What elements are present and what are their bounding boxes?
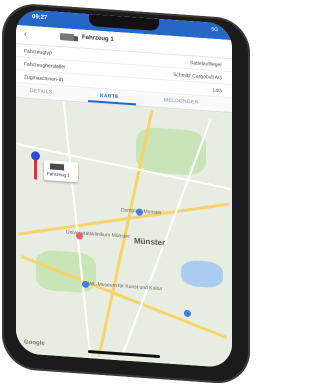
info-value: Schmitz Cargobull AG	[173, 71, 222, 82]
info-value: 14G	[212, 87, 222, 95]
truck-icon	[60, 33, 74, 42]
info-value: Sattelauflieger	[190, 60, 222, 69]
map-pin-icon[interactable]	[136, 208, 143, 216]
map-pin-icon[interactable]	[184, 309, 191, 318]
info-key: Fahrzeughersteller	[24, 61, 66, 71]
info-key: Fahrzeugtyp	[24, 48, 52, 57]
vehicle-card-label: Fahrzeug 1	[47, 171, 70, 178]
google-logo: Google	[24, 339, 45, 348]
phone-screen: 09:27 5G ‹ Fahrzeug 1 Fahrzeugtyp Sattel…	[16, 9, 232, 369]
status-signal: 5G	[211, 26, 218, 34]
lake	[181, 259, 223, 289]
map-poi-label: LWL-Museum für Kunst und Kultur	[86, 280, 163, 293]
info-key: Zugmaschinen-ID	[24, 74, 64, 84]
vehicle-card[interactable]: Fahrzeug 1	[44, 159, 78, 183]
back-icon[interactable]: ‹	[24, 29, 27, 39]
vehicle-marker-icon[interactable]	[31, 151, 40, 161]
map-pin-icon[interactable]	[82, 280, 89, 289]
tab-map[interactable]: KARTE	[100, 93, 119, 100]
map-pin-icon[interactable]	[76, 232, 83, 240]
tab-details[interactable]: DETAILS	[30, 88, 53, 96]
truck-icon	[50, 163, 64, 171]
map-city-label: Münster	[134, 236, 166, 248]
tab-notifications[interactable]: MELDUNGEN	[164, 97, 199, 105]
status-time: 09:27	[32, 14, 48, 22]
page-title: Fahrzeug 1	[82, 34, 114, 43]
map-view[interactable]: Münster Domplatz Münster Universitätskli…	[16, 98, 232, 369]
vehicle-track	[34, 157, 37, 180]
